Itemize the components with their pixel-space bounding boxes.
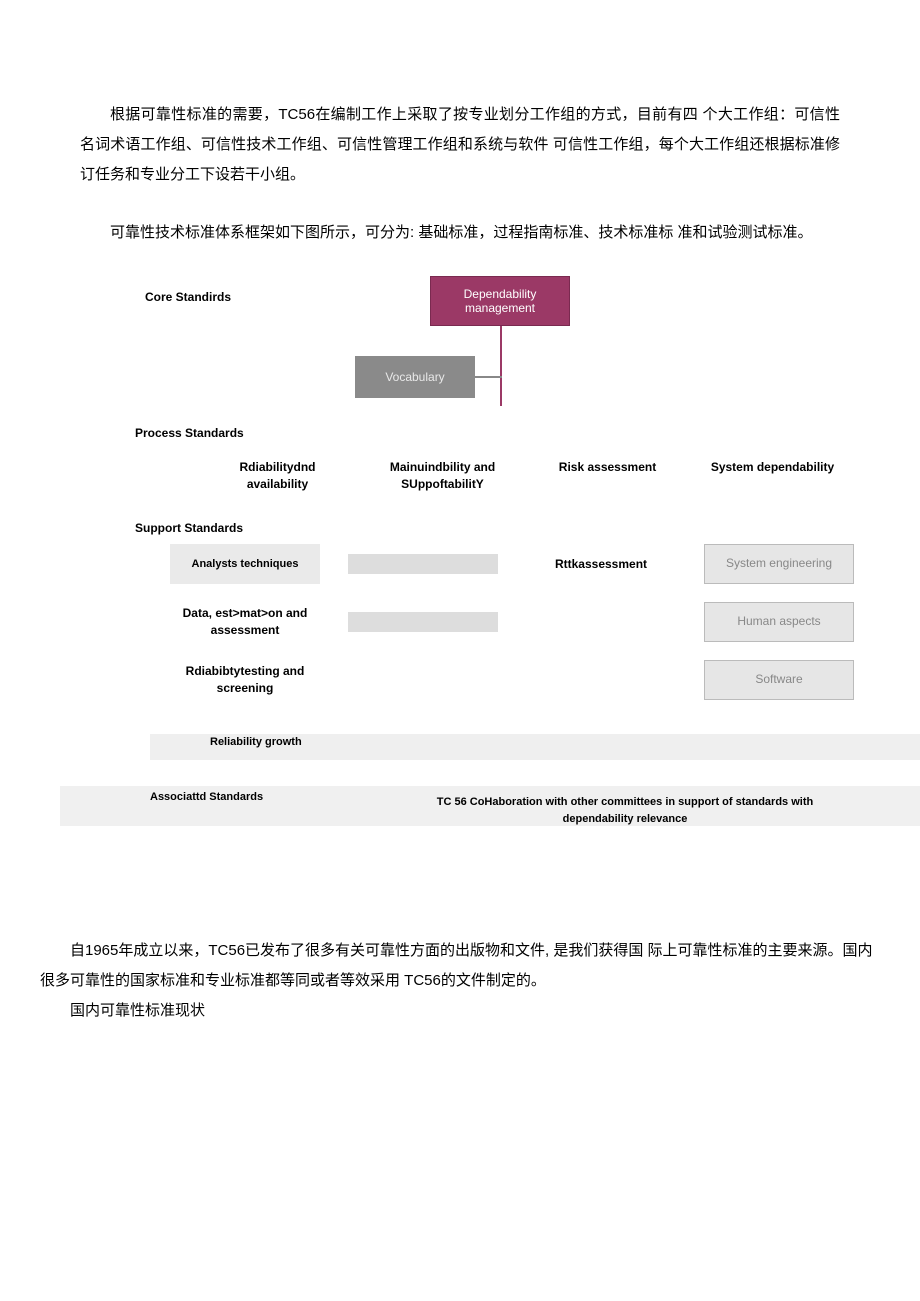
cell-empty-r3c3	[526, 660, 676, 700]
process-col-system: System dependability	[705, 459, 840, 493]
cell-software: Software	[704, 660, 854, 700]
cell-reliability-testing: Rdiabibtytesting and screening	[170, 660, 320, 700]
process-col-reliability: Rdiabilitydnd availability	[210, 459, 345, 493]
reliability-growth-label: Reliability growth	[210, 736, 302, 748]
support-row-1: Analysts techniques Rttkassessment Syste…	[170, 544, 820, 584]
cell-empty-r2c3	[526, 602, 676, 642]
cell-empty-r3c2	[348, 660, 498, 700]
cell-blank-r1c2	[348, 554, 498, 574]
cell-data-estimation: Data, est>mat>on and assessment	[170, 602, 320, 642]
process-col-risk: Risk assessment	[540, 459, 675, 493]
connector-vertical	[500, 326, 502, 406]
support-standards-label: Support Standards	[135, 521, 243, 535]
paragraph-domestic-status: 国内可靠性标准现状	[40, 996, 840, 1026]
vocabulary-box: Vocabulary	[355, 356, 475, 398]
paragraph-intro: 根据可靠性标准的需要，TC56在编制工作上采取了按专业划分工作组的方式，目前有四…	[80, 100, 840, 190]
connector-horizontal	[475, 376, 502, 378]
process-standards-label: Process Standards	[135, 426, 244, 440]
support-row-3: Rdiabibtytesting and screening Software	[170, 660, 820, 700]
dependability-management-box: Dependability management	[430, 276, 570, 326]
support-grid: Analysts techniques Rttkassessment Syste…	[170, 544, 820, 718]
paragraph-framework: 可靠性技术标准体系框架如下图所示，可分为: 基础标准，过程指南标准、技术标准标 …	[80, 218, 840, 248]
associated-standards-text: TC 56 CoHaboration with other committees…	[415, 794, 835, 827]
cell-system-engineering: System engineering	[704, 544, 854, 584]
cell-risk-assessment: Rttkassessment	[526, 544, 676, 584]
cell-analysts-techniques: Analysts techniques	[170, 544, 320, 584]
cell-human-aspects: Human aspects	[704, 602, 854, 642]
associated-standards-label: Associattd Standards	[150, 791, 263, 803]
process-row: Rdiabilitydnd availability Mainuindbilit…	[210, 459, 840, 493]
paragraph-history: 自1965年成立以来，TC56已发布了很多有关可靠性方面的出版物和文件, 是我们…	[40, 936, 880, 996]
framework-diagram: Core Standirds Dependability management …	[80, 276, 840, 896]
process-col-maintainability: Mainuindbility and SUppoftabilitY	[375, 459, 510, 493]
cell-blank-r2c2	[348, 612, 498, 632]
core-standards-label: Core Standirds	[145, 290, 231, 304]
support-row-2: Data, est>mat>on and assessment Human as…	[170, 602, 820, 642]
